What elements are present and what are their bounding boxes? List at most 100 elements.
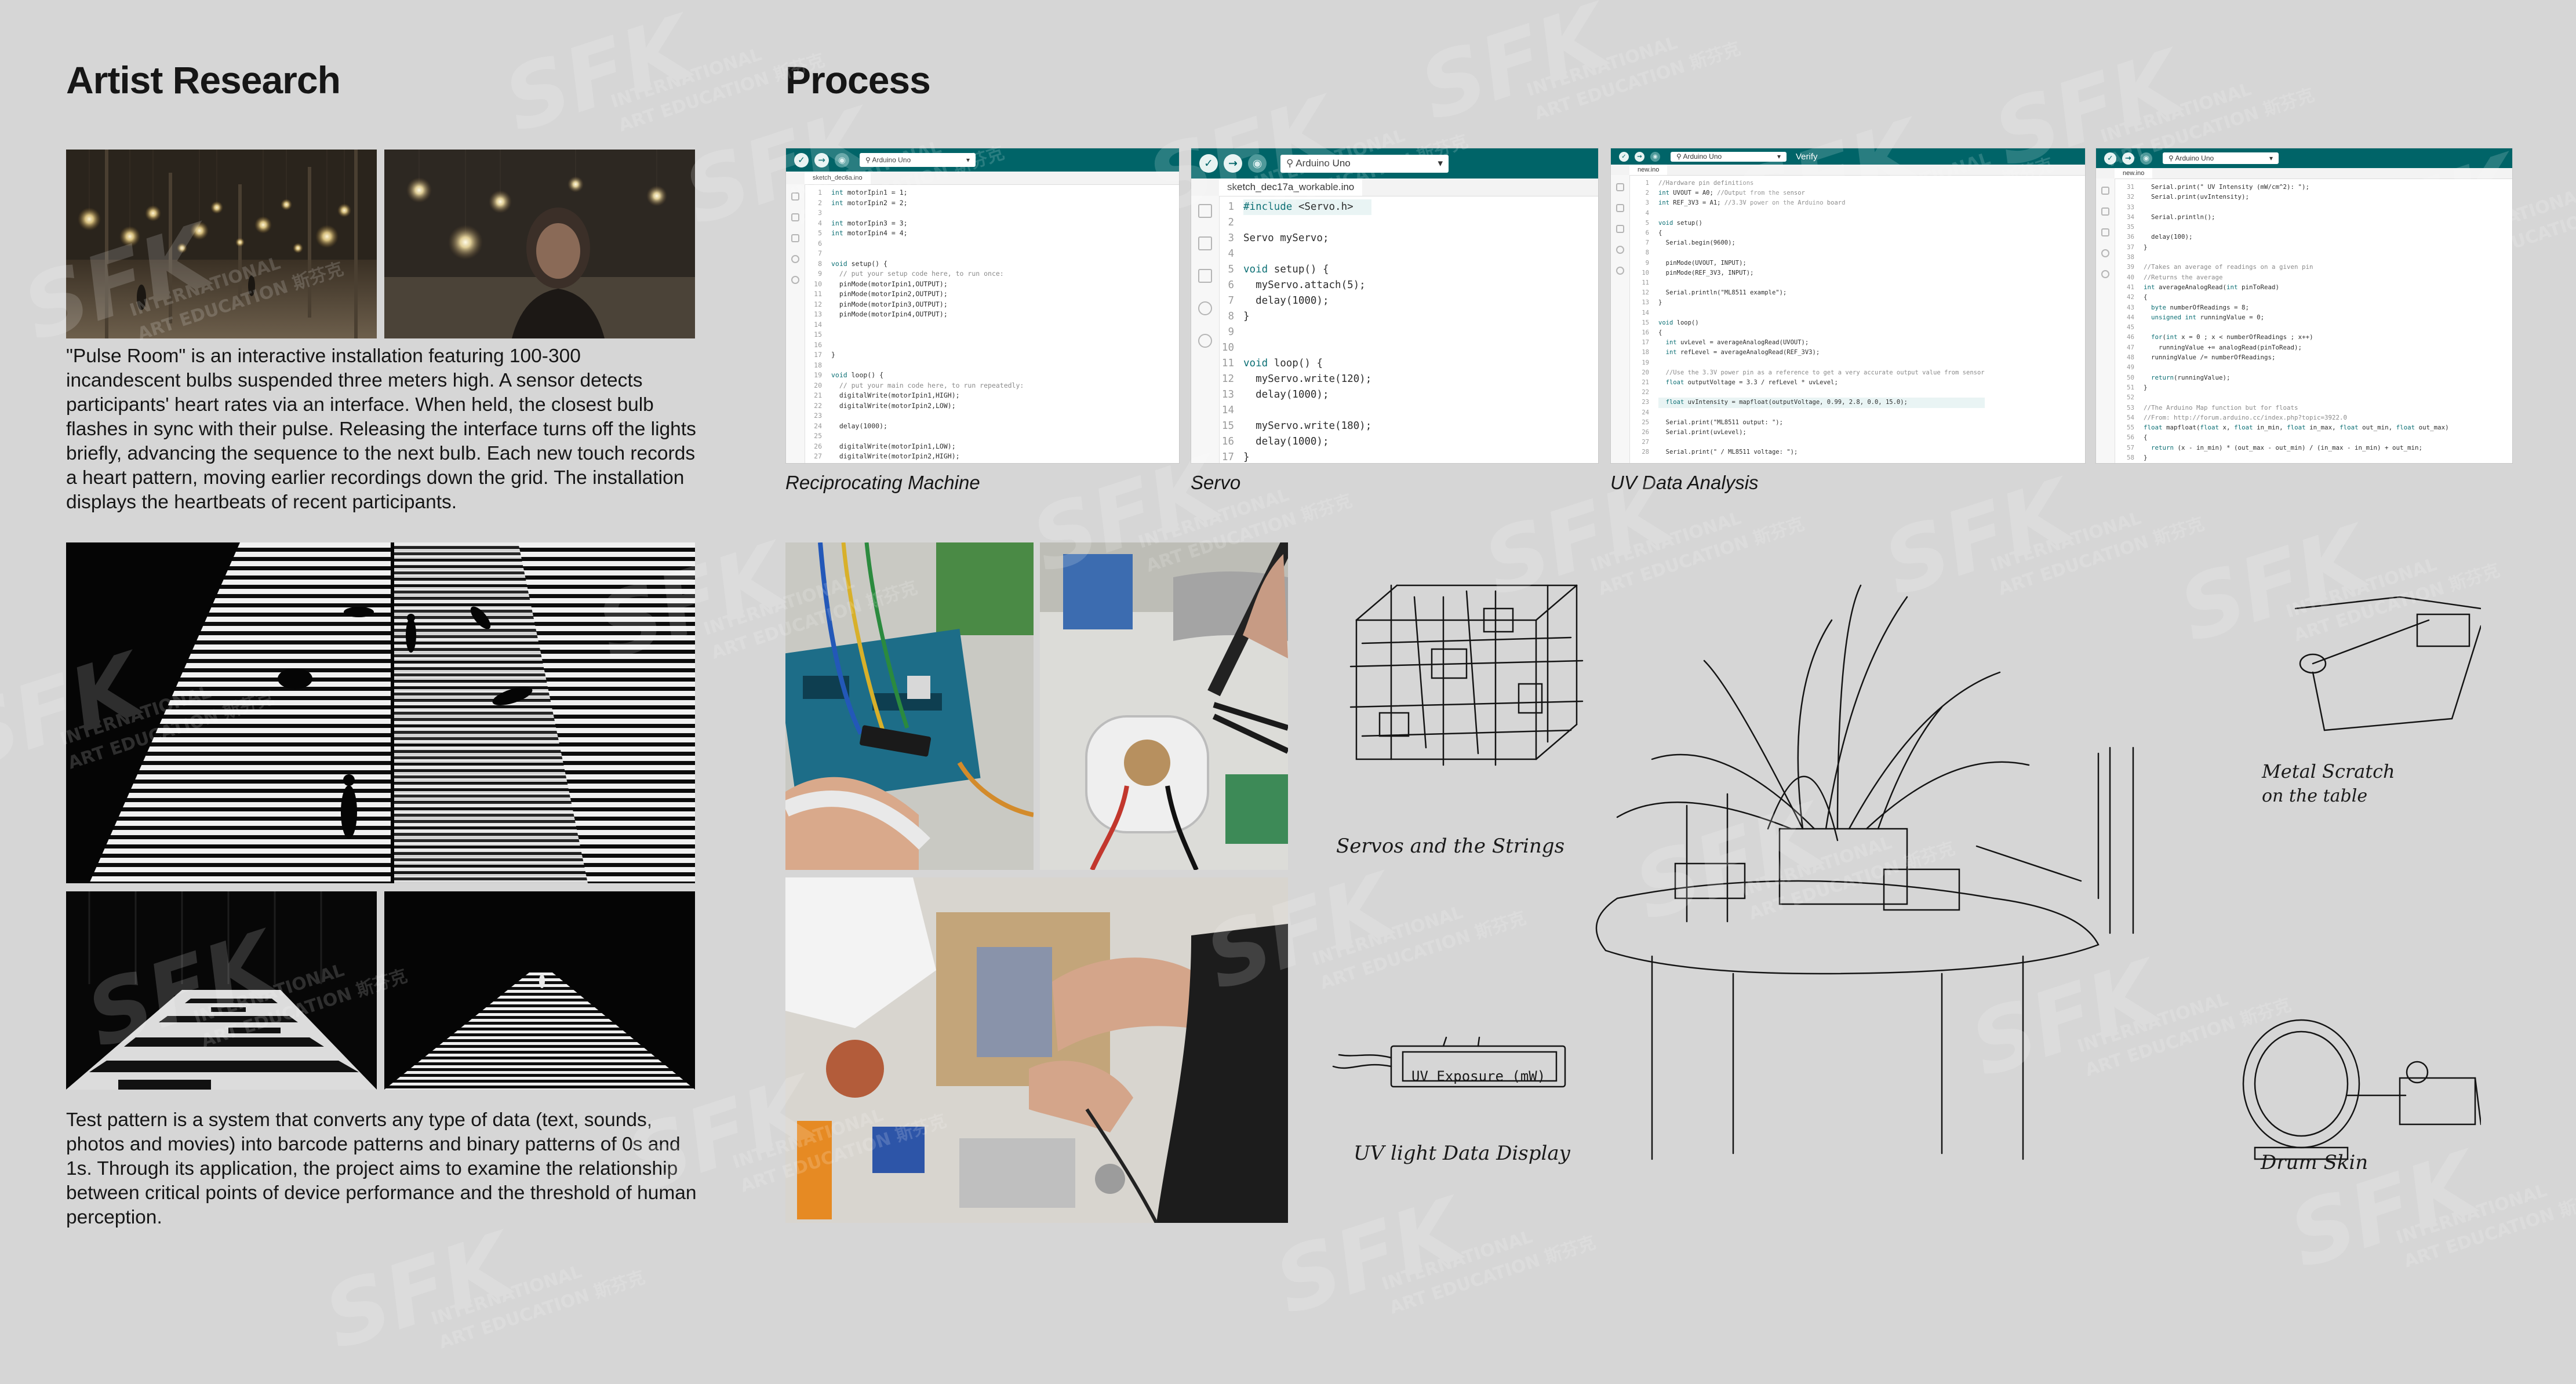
- ide-toolbar: ✓ → ◉ ⚲ Arduino Uno ▾ Verify: [1611, 148, 2085, 165]
- sketch-label-uv-display: UV light Data Display: [1354, 1142, 1570, 1165]
- library-icon[interactable]: [1616, 225, 1624, 233]
- sketch-servo-frame: [1349, 584, 1584, 766]
- verify-button[interactable]: ✓: [1199, 154, 1218, 173]
- ide-tab-row: new.ino: [1611, 165, 2085, 176]
- pulse-room-description: "Pulse Room" is an interactive installat…: [66, 345, 696, 513]
- board-selector[interactable]: ⚲ Arduino Uno ▾: [2163, 152, 2279, 164]
- artist-research-heading: Artist Research: [66, 59, 341, 101]
- folder-icon[interactable]: [2101, 187, 2109, 195]
- board-selector-label: ⚲ Arduino Uno: [1676, 152, 1722, 161]
- chevron-down-icon: ▾: [1777, 152, 1781, 161]
- sketch-tab[interactable]: sketch_dec17a_workable.ino: [1219, 179, 1363, 196]
- folder-icon[interactable]: [1198, 204, 1212, 218]
- process-heading: Process: [785, 59, 931, 101]
- sketch-tab[interactable]: new.ino: [1629, 165, 1668, 175]
- ide-sidebar: [786, 184, 805, 463]
- verify-tooltip: Verify: [1796, 151, 1818, 162]
- process-photo-assembly: [785, 877, 1288, 1223]
- debug-button[interactable]: ◉: [1248, 154, 1267, 173]
- upload-button[interactable]: →: [814, 152, 829, 167]
- ide-tab-row: new.ino: [2096, 168, 2512, 179]
- line-numbers: 31 32 33 34 35 36 37 38 39 40 41 42 43 44 45 46 47 48 49 50…: [2126, 183, 2134, 462]
- chevron-down-icon: ▾: [1438, 158, 1443, 169]
- boards-icon[interactable]: [791, 213, 799, 221]
- board-selector[interactable]: ⚲ Arduino Uno ▾: [1671, 151, 1787, 162]
- watermark: SFKINTERNATIONALART EDUCATION 斯芬克: [493, 0, 827, 152]
- debug-button[interactable]: ◉: [2140, 152, 2152, 165]
- ide-toolbar: ✓ → ◉ ⚲ Arduino Uno ▾: [2096, 148, 2512, 168]
- boards-icon[interactable]: [1198, 236, 1212, 250]
- verify-button[interactable]: ✓: [794, 152, 809, 167]
- ide-toolbar: ✓ → ◉ ⚲ Arduino Uno ▾: [1191, 148, 1598, 179]
- caption-uv-data-analysis: UV Data Analysis: [1610, 472, 1759, 493]
- board-selector[interactable]: ⚲ Arduino Uno ▾: [860, 153, 976, 167]
- ide-sidebar: [1191, 196, 1220, 463]
- boards-icon[interactable]: [2101, 207, 2109, 216]
- chevron-down-icon: ▾: [966, 156, 970, 164]
- folder-icon[interactable]: [1616, 183, 1624, 191]
- debug-icon[interactable]: [2101, 249, 2109, 257]
- line-numbers: 1 2 3 4 5 6 7 8 9 10 11 12 13 14 15 16 17 18 19 20 21 22 23 24 2…: [1642, 180, 1649, 456]
- process-photo-arduino-wiring: [785, 542, 1034, 870]
- board-selector-label: ⚲ Arduino Uno: [865, 156, 911, 164]
- upload-button[interactable]: →: [1224, 154, 1242, 173]
- ide-toolbar: ✓ → ◉ ⚲ Arduino Uno ▾: [786, 148, 1179, 172]
- debug-icon[interactable]: [1616, 246, 1624, 254]
- code-editor[interactable]: //Hardware pin definitions int UVOUT = A0…: [1658, 179, 1985, 458]
- sketch-label-drum-skin: Drum Skin: [2261, 1151, 2368, 1174]
- pulse-room-photo-hall: [66, 150, 377, 338]
- test-pattern-photo-corridor-left: [66, 891, 377, 1090]
- test-pattern-photo-main: [66, 542, 695, 883]
- watermark: SFKINTERNATIONALART EDUCATION 斯芬克: [1409, 0, 1743, 141]
- library-icon[interactable]: [791, 234, 799, 242]
- test-pattern-description: Test pattern is a system that converts a…: [66, 1109, 697, 1228]
- upload-button[interactable]: →: [1635, 151, 1644, 162]
- board-selector[interactable]: ⚲ Arduino Uno ▾: [1280, 154, 1449, 173]
- ide-window-4: ✓ → ◉ ⚲ Arduino Uno ▾ new.ino 31 32 33 34 35 36 37 38…: [2095, 148, 2513, 464]
- search-icon[interactable]: [2101, 270, 2109, 278]
- code-editor[interactable]: #include <Servo.h> Servo myServo; void s…: [1243, 199, 1372, 463]
- board-selector-label: ⚲ Arduino Uno: [2169, 154, 2214, 162]
- ide-window-2: ✓ → ◉ ⚲ Arduino Uno ▾ sketch_dec17a_workable.…: [1191, 148, 1599, 464]
- sketch-plant-table: [1595, 584, 2134, 1160]
- process-sketches: [1332, 584, 2481, 1160]
- debug-button[interactable]: ◉: [835, 152, 849, 167]
- caption-servo: Servo: [1191, 472, 1241, 493]
- test-pattern-photo-corridor-right: [384, 891, 695, 1090]
- board-selector-label: ⚲ Arduino Uno: [1286, 158, 1351, 169]
- folder-icon[interactable]: [791, 192, 799, 201]
- verify-button[interactable]: ✓: [2104, 152, 2116, 165]
- library-icon[interactable]: [1198, 269, 1212, 283]
- debug-icon[interactable]: [1198, 301, 1212, 315]
- sketch-tab[interactable]: new.ino: [2115, 168, 2153, 179]
- debug-icon[interactable]: [791, 255, 799, 263]
- ide-sidebar: [2096, 179, 2115, 463]
- sketch-label-servos: Servos and the Strings: [1336, 835, 1565, 858]
- line-numbers: 1 2 3 4 5 6 7 8 9 10 11 12 13 14 15 16 17 18 19 20 21 22 23 24 2…: [814, 188, 822, 460]
- sketch-label-metal-1: Metal Scratch: [2262, 760, 2395, 782]
- search-icon[interactable]: [1616, 267, 1624, 275]
- sketch-label-uv-screen: UV Exposure (mW): [1411, 1068, 1546, 1084]
- boards-icon[interactable]: [1616, 204, 1624, 212]
- library-icon[interactable]: [2101, 228, 2109, 236]
- sketch-label-metal-2: on the table: [2262, 786, 2368, 806]
- ide-window-3: ✓ → ◉ ⚲ Arduino Uno ▾ Verify new.ino 1 2 3 4 5 6 7 8 9 1…: [1610, 148, 2086, 464]
- sketch-tab[interactable]: sketch_dec6a.ino: [805, 172, 871, 184]
- debug-button[interactable]: ◉: [1650, 151, 1660, 162]
- code-editor[interactable]: Serial.print(" UV Intensity (mW/cm^2): "…: [2144, 182, 2449, 462]
- code-editor[interactable]: int motorIpin1 = 1; int motorIpin2 = 2; i…: [831, 188, 1024, 462]
- verify-button[interactable]: ✓: [1619, 151, 1629, 162]
- search-icon[interactable]: [791, 276, 799, 284]
- process-photo-soldering: [1040, 542, 1288, 870]
- sketch-drum-skin: [2242, 1019, 2481, 1160]
- ide-tab-row: sketch_dec17a_workable.ino: [1191, 179, 1598, 196]
- caption-reciprocating-machine: Reciprocating Machine: [785, 472, 980, 493]
- chevron-down-icon: ▾: [2269, 154, 2273, 162]
- ide-sidebar: [1611, 175, 1630, 463]
- ide-window-1: ✓ → ◉ ⚲ Arduino Uno ▾ sketch_dec6a.ino 1 2 3 4 5 6 7…: [785, 148, 1180, 464]
- sketch-metal-scratch: [2294, 596, 2481, 731]
- upload-button[interactable]: →: [2122, 152, 2134, 165]
- search-icon[interactable]: [1198, 334, 1212, 348]
- line-numbers: 1 2 3 4 5 6 7 8 9 10 11 12 13 14 15 16 17: [1221, 201, 1234, 463]
- pulse-room-photo-visitor: [384, 150, 695, 338]
